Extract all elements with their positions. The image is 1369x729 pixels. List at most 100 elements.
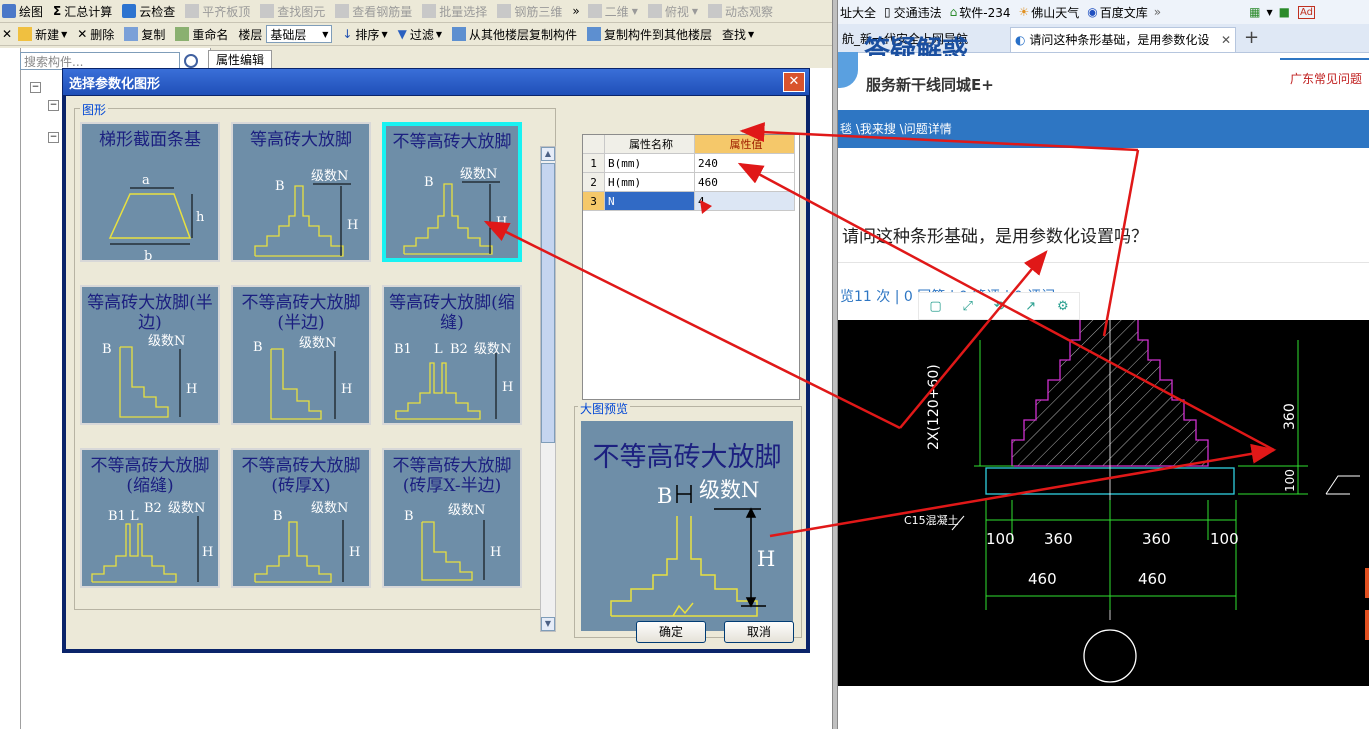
svg-text:H: H bbox=[347, 218, 358, 233]
toolbar-rebar-3d-button[interactable]: 钢筋三维 bbox=[497, 3, 562, 20]
shape-tile[interactable]: 等高砖大放脚(半边) B 级数N H bbox=[80, 285, 220, 425]
copy-to-icon bbox=[587, 27, 602, 41]
scroll-down-icon[interactable]: ▼ bbox=[541, 617, 555, 631]
column-header-value: 属性值 bbox=[695, 135, 795, 154]
toolbar-summary-button[interactable]: Σ 汇总计算 bbox=[53, 3, 112, 20]
find-button[interactable]: 查找 ▼ bbox=[722, 26, 754, 43]
property-value-cell[interactable]: 240 bbox=[695, 154, 795, 173]
chevron-down-icon[interactable]: ▼ bbox=[1266, 8, 1272, 17]
svg-text:B: B bbox=[253, 340, 263, 355]
tab-property-edit[interactable]: 属性编辑 bbox=[208, 50, 272, 70]
new-button[interactable]: 新建 ▼ bbox=[18, 26, 67, 43]
search-icon[interactable] bbox=[184, 54, 198, 68]
brick-footing-diagram: B 级数N H bbox=[254, 169, 358, 257]
scroll-thumb[interactable] bbox=[541, 163, 555, 443]
right-header-link[interactable]: 广东常见问题 bbox=[1290, 70, 1362, 87]
table-corner bbox=[583, 135, 605, 154]
filter-button[interactable]: ▼ 过滤 ▼ bbox=[398, 26, 442, 43]
toolbar-dynamic-view-button[interactable]: 动态观察 bbox=[708, 3, 773, 20]
site-logo[interactable] bbox=[838, 52, 858, 88]
property-table: 属性名称 属性值 1 B(mm) 240 2 H(mm) 460 3 N 4 bbox=[582, 134, 800, 400]
fullscreen-icon[interactable]: ⤢ bbox=[962, 299, 972, 314]
half-brick-footing-diagram: B 级数N H bbox=[253, 336, 352, 420]
preview-label-b: B bbox=[657, 484, 672, 508]
floor-dropdown[interactable]: 基础层 ▼ bbox=[266, 25, 333, 43]
chevron-down-icon: ▼ bbox=[748, 29, 755, 39]
copy-button[interactable]: 复制 bbox=[124, 26, 165, 43]
shape-tile[interactable]: 不等高砖大放脚(缩缝) B1 L B2 级数N H bbox=[80, 448, 220, 588]
table-row-selected[interactable]: 3 N 4 bbox=[583, 192, 797, 211]
tree-expander-icon[interactable]: − bbox=[48, 132, 59, 143]
toolbar-view-rebar-button[interactable]: 查看钢筋量 bbox=[335, 3, 412, 20]
table-row[interactable]: 2 H(mm) 460 bbox=[583, 173, 797, 192]
browser-window: 址大全 ▯ 交通违法 ⌂ 软件-234 ☀ 佛山天气 ◉ 百度文库 » ▦ ▼ … bbox=[838, 0, 1369, 729]
half-brick-thickness-footing-diagram: B 级数N H bbox=[404, 503, 501, 581]
ok-button[interactable]: 确定 bbox=[636, 621, 706, 643]
shape-tile[interactable]: 等高砖大放脚(缩缝) B1 L B2 级数N H bbox=[382, 285, 522, 425]
toolbar-align-slab-button[interactable]: 平齐板顶 bbox=[185, 3, 250, 20]
pdf-icon[interactable]: Ad bbox=[1297, 5, 1315, 19]
shape-tile[interactable]: 等高砖大放脚 B 级数N H bbox=[231, 122, 371, 262]
new-tab-icon[interactable]: + bbox=[1244, 27, 1259, 48]
gear-icon[interactable]: ⚙ bbox=[1057, 299, 1069, 314]
preview-diagram: B 级数N H bbox=[610, 478, 775, 617]
delete-button[interactable]: ✕ 删除 bbox=[77, 26, 114, 43]
toolbar-top-view-dropdown[interactable]: 俯视 ▼ bbox=[647, 3, 699, 20]
favorite-link[interactable]: 百度文库 bbox=[1100, 4, 1148, 21]
copy-icon bbox=[124, 27, 139, 41]
align-icon bbox=[185, 4, 200, 18]
tree-expander-icon[interactable]: − bbox=[30, 82, 41, 93]
shape-tile-selected[interactable]: 不等高砖大放脚 B 级数N H bbox=[382, 122, 522, 262]
table-row[interactable]: 1 B(mm) 240 bbox=[583, 154, 797, 173]
toolbar-draw-button[interactable]: 绘图 bbox=[2, 3, 43, 20]
grid-3d-icon bbox=[497, 4, 512, 18]
dialog-title: 选择参数化图形 bbox=[69, 77, 161, 92]
shape-list-scrollbar[interactable]: ▲ ▼ bbox=[540, 146, 556, 632]
toolbar-cloud-check-button[interactable]: 云检查 bbox=[122, 3, 175, 20]
shrink-joint-footing-diagram: B1 L B2 级数N H bbox=[91, 501, 213, 583]
close-icon[interactable]: ✕ bbox=[1221, 28, 1231, 52]
share-icon[interactable]: ↗ bbox=[1025, 299, 1036, 314]
shape-tile[interactable]: 梯形截面条基 a h b bbox=[80, 122, 220, 264]
browser-tab-active[interactable]: ◐ 请问这种条形基础，是用参数化设 ✕ bbox=[1010, 27, 1236, 52]
bookmark-icon[interactable]: ■ bbox=[1279, 5, 1290, 19]
toolbar-batch-select-button[interactable]: 批量选择 bbox=[422, 3, 487, 20]
favorite-link[interactable]: 佛山天气 bbox=[1031, 4, 1079, 21]
close-icon[interactable]: ✕ bbox=[2, 27, 12, 41]
check-icon bbox=[122, 4, 137, 18]
cancel-button[interactable]: 取消 bbox=[724, 621, 794, 643]
grid-icon[interactable]: ▦ bbox=[1249, 5, 1260, 19]
favorite-link[interactable]: 交通违法 bbox=[894, 4, 942, 21]
property-value-cell[interactable]: 4 bbox=[695, 192, 795, 211]
shape-tile[interactable]: 不等高砖大放脚(半边) B 级数N H bbox=[231, 285, 371, 425]
copy-icon[interactable]: ▢ bbox=[929, 299, 941, 314]
cad-dim: 460 bbox=[1138, 570, 1167, 588]
half-brick-footing-diagram: B 级数N H bbox=[102, 334, 197, 418]
dialog-titlebar[interactable]: 选择参数化图形 ✕ bbox=[63, 69, 809, 95]
cad-vertical-dim: 2X(120+60) bbox=[926, 364, 942, 450]
close-icon[interactable]: ✕ bbox=[783, 72, 805, 92]
brick-footing-diagram: B 级数N H bbox=[403, 167, 507, 255]
brick-thickness-footing-diagram: B 级数N H bbox=[254, 501, 360, 583]
svg-text:B1: B1 bbox=[108, 509, 126, 524]
chevron-down-icon: ▼ bbox=[691, 6, 699, 16]
rename-button[interactable]: 重命名 bbox=[175, 26, 228, 43]
tree-expander-icon[interactable]: − bbox=[48, 100, 59, 111]
view-2d-icon bbox=[587, 4, 602, 18]
favorite-link[interactable]: 址大全 bbox=[840, 4, 876, 21]
property-value-cell[interactable]: 460 bbox=[695, 173, 795, 192]
shape-tile[interactable]: 不等高砖大放脚(砖厚X-半边) B 级数N H bbox=[382, 448, 522, 588]
sort-button[interactable]: ↓ 排序 ▼ bbox=[342, 26, 387, 43]
scroll-up-icon[interactable]: ▲ bbox=[541, 147, 555, 161]
toolbar-overflow-icon[interactable]: » bbox=[572, 4, 579, 18]
column-header-name: 属性名称 bbox=[605, 135, 695, 154]
copy-to-floor-button[interactable]: 复制构件到其他楼层 bbox=[587, 26, 712, 43]
copy-from-floor-button[interactable]: 从其他楼层复制构件 bbox=[452, 26, 577, 43]
shape-tile[interactable]: 不等高砖大放脚(砖厚X) B 级数N H bbox=[231, 448, 371, 588]
cad-dim: 100 bbox=[1210, 530, 1239, 548]
toolbar-find-element-button[interactable]: 查找图元 bbox=[260, 3, 325, 20]
rotate-icon[interactable]: ⟲ bbox=[994, 299, 1005, 314]
toolbar-2d-dropdown[interactable]: 二维 ▼ bbox=[587, 3, 638, 20]
favorite-link[interactable]: 软件-234 bbox=[959, 4, 1010, 21]
favorites-overflow-icon[interactable]: » bbox=[1154, 5, 1161, 19]
